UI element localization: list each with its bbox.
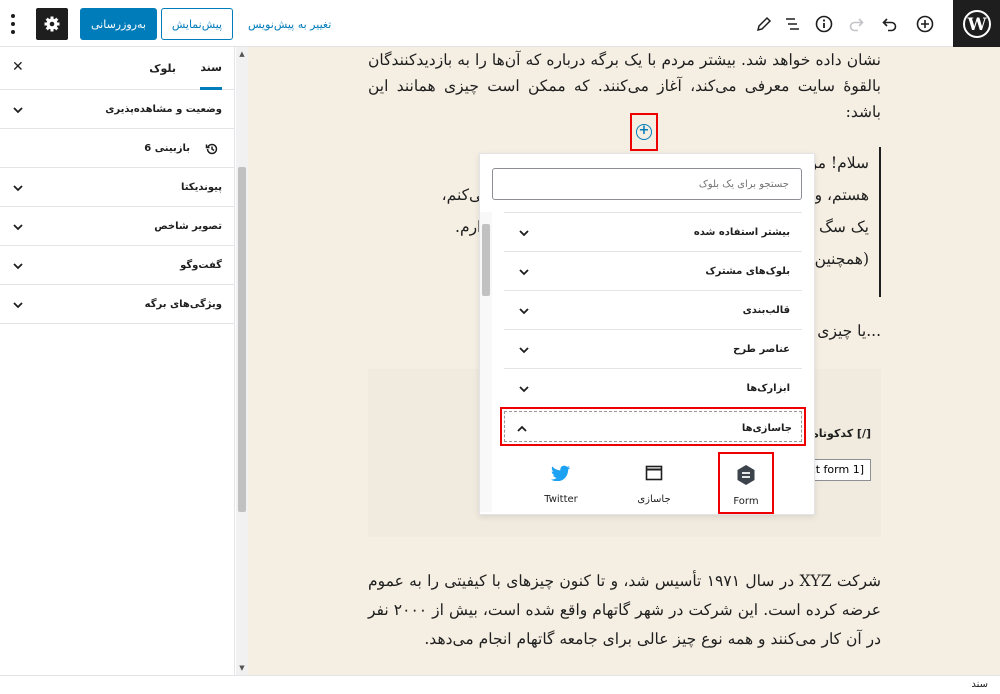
category-most-used[interactable]: بیشتر استفاده شده bbox=[504, 212, 802, 251]
gear-icon bbox=[44, 16, 60, 32]
switch-to-draft-link[interactable]: تغییر به پیش‌نویس bbox=[248, 8, 331, 40]
chevron-down-icon bbox=[519, 386, 529, 393]
chevron-down-icon bbox=[13, 263, 23, 270]
inline-inserter-button[interactable]: + bbox=[630, 113, 658, 151]
chevron-down-icon bbox=[13, 185, 23, 192]
panel-discussion[interactable]: گفت‌وگو bbox=[0, 246, 234, 285]
status-bar: سند bbox=[0, 675, 1000, 694]
embed-window-icon bbox=[643, 462, 665, 484]
chevron-down-icon bbox=[519, 269, 529, 276]
block-item-twitter[interactable]: Twitter bbox=[526, 452, 596, 514]
history-icon bbox=[205, 143, 218, 155]
close-icon[interactable]: ✕ bbox=[12, 59, 24, 75]
sidebar-scrollbar[interactable]: ▲ ▼ bbox=[236, 47, 248, 675]
svg-text:W: W bbox=[966, 15, 987, 35]
more-menu-icon[interactable] bbox=[8, 12, 18, 36]
panel-permalink[interactable]: پیوندیکتا bbox=[0, 168, 234, 207]
tab-document[interactable]: سند bbox=[200, 47, 222, 90]
add-block-icon[interactable] bbox=[912, 11, 938, 37]
block-navigation-icon[interactable] bbox=[779, 11, 805, 37]
scroll-down-arrow[interactable]: ▼ bbox=[236, 663, 248, 673]
sidebar-tabs: سند بلوک ✕ bbox=[0, 47, 234, 90]
update-button[interactable]: به‌روزرسانی bbox=[80, 8, 157, 40]
scroll-up-arrow[interactable]: ▲ bbox=[236, 49, 248, 59]
category-formatting[interactable]: قالب‌بندی bbox=[504, 290, 802, 329]
chevron-down-icon bbox=[519, 347, 529, 354]
panel-status-visibility[interactable]: وضعیت و مشاهده‌پذیری bbox=[0, 90, 234, 129]
block-item-embed[interactable]: جاسازی bbox=[619, 452, 689, 514]
settings-gear-button[interactable] bbox=[36, 8, 68, 40]
paragraph-block[interactable]: شرکت XYZ در سال ۱۹۷۱ تأسیس شد، و تا کنون… bbox=[368, 567, 881, 654]
block-inserter-popover: جستجو برای یک بلوک بیشتر استفاده شده بلو… bbox=[479, 153, 815, 515]
panel-page-attributes[interactable]: ویژگی‌های برگه bbox=[0, 285, 234, 324]
chevron-down-icon bbox=[519, 308, 529, 315]
block-search-input[interactable]: جستجو برای یک بلوک bbox=[492, 168, 802, 200]
breadcrumb[interactable]: سند bbox=[971, 679, 988, 690]
category-reusable-blocks[interactable]: بلوک‌های مشترک bbox=[504, 251, 802, 290]
block-category-list: بیشتر استفاده شده بلوک‌های مشترک قالب‌بن… bbox=[500, 212, 806, 446]
chevron-down-icon bbox=[519, 230, 529, 237]
inserter-scrollbar[interactable] bbox=[480, 212, 492, 512]
block-item-form[interactable]: Form bbox=[718, 452, 774, 514]
preview-button[interactable]: پیش‌نمایش bbox=[161, 8, 233, 40]
chevron-up-icon bbox=[517, 425, 527, 432]
tools-pencil-icon[interactable] bbox=[751, 11, 777, 37]
chevron-down-icon bbox=[13, 107, 23, 114]
plus-circle-icon: + bbox=[636, 124, 652, 140]
shortcode-label: [/] کدکوتاه bbox=[812, 427, 871, 440]
top-toolbar: W تغییر به پیش‌نویس پیش‌نمایش به‌روزرسان… bbox=[0, 0, 1000, 47]
paragraph-block[interactable]: نشان داده خواهد شد. بیشتر مردم با یک برگ… bbox=[368, 47, 881, 125]
info-icon[interactable] bbox=[811, 11, 837, 37]
tab-block[interactable]: بلوک bbox=[149, 47, 176, 90]
chevron-down-icon bbox=[13, 224, 23, 231]
category-embeds[interactable]: جاسازی‌ها bbox=[500, 407, 806, 446]
embed-block-items: Form جاسازی Twitter bbox=[504, 452, 802, 514]
inserter-scroll-thumb[interactable] bbox=[482, 224, 490, 296]
redo-icon[interactable] bbox=[843, 11, 869, 37]
twitter-bird-icon bbox=[550, 462, 572, 484]
category-layout-elements[interactable]: عناصر طرح bbox=[504, 329, 802, 368]
category-widgets[interactable]: ابزارک‌ها bbox=[504, 368, 802, 407]
revisions-link[interactable]: 6 بازبینی bbox=[0, 129, 234, 168]
settings-sidebar: سند بلوک ✕ وضعیت و مشاهده‌پذیری 6 بازبین… bbox=[0, 47, 235, 675]
undo-icon[interactable] bbox=[877, 11, 903, 37]
form-hexagon-icon bbox=[735, 464, 757, 486]
panel-featured-image[interactable]: تصویر شاخص bbox=[0, 207, 234, 246]
wordpress-logo-icon[interactable]: W bbox=[953, 0, 1000, 47]
scroll-thumb[interactable] bbox=[238, 167, 246, 512]
chevron-down-icon bbox=[13, 302, 23, 309]
